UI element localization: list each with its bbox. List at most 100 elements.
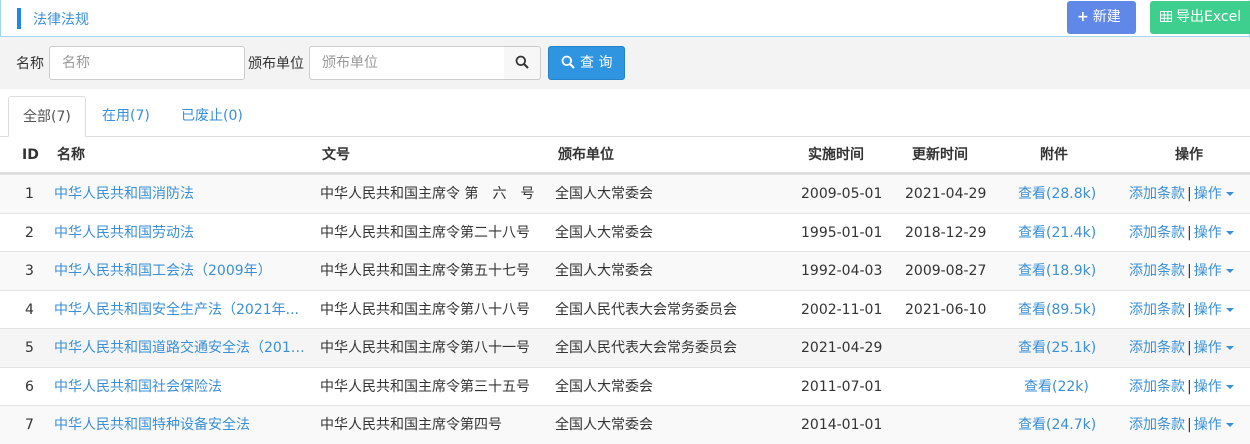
table-icon [1160, 1, 1172, 34]
col-name: 名称 [57, 147, 85, 163]
table-row: 2 中华人民共和国劳动法 中华人民共和国主席令第二十八号 全国人大常委会 1995-01… [0, 212, 1250, 252]
ops-separator: | [1187, 301, 1192, 318]
row-updated: 2009-08-27 [905, 263, 987, 279]
add-clause-link[interactable]: 添加条款 [1129, 225, 1185, 241]
row-id: 3 [25, 263, 34, 279]
law-name-link[interactable]: 中华人民共和国特种设备安全法 [54, 406, 250, 444]
row-doc: 中华人民共和国主席令第二十八号 [320, 224, 530, 241]
row-updated: 2018-12-29 [905, 224, 987, 241]
ops-dropdown[interactable]: 操作 [1194, 225, 1234, 241]
ops-separator: | [1187, 340, 1192, 356]
row-id: 6 [25, 378, 34, 395]
col-doc: 文号 [322, 147, 350, 163]
table-row: 4 中华人民共和国安全生产法（2021年... 中华人民共和国主席令第八十八号 全国人… [0, 289, 1250, 329]
add-clause-link[interactable]: 添加条款 [1129, 302, 1185, 318]
add-clause-link[interactable]: 添加条款 [1129, 417, 1185, 433]
caret-down-icon [1225, 307, 1234, 312]
table-row: 3 中华人民共和国工会法（2009年） 中华人民共和国主席令第五十七号 全国人大常委会… [0, 251, 1250, 290]
row-id: 2 [25, 224, 34, 241]
row-ops: 添加条款 | 操作 [1129, 406, 1234, 444]
ops-dropdown[interactable]: 操作 [1194, 186, 1234, 202]
col-effective: 实施时间 [808, 147, 864, 163]
unit-input[interactable]: 颁布单位 [309, 46, 505, 80]
page-header: 法律法规 + 新建 导出Excel [0, 0, 1250, 37]
row-ops: 添加条款 | 操作 [1129, 252, 1234, 290]
row-doc: 中华人民共和国主席令第八十八号 [320, 301, 530, 318]
law-name-link[interactable]: 中华人民共和国道路交通安全法（2011... [54, 329, 312, 367]
unit-search-button[interactable] [504, 46, 541, 80]
query-button[interactable]: 查 询 [548, 46, 625, 80]
page-title: 法律法规 [33, 12, 89, 28]
ops-separator: | [1187, 417, 1192, 433]
row-unit: 全国人大常委会 [555, 378, 653, 395]
tab-in-use[interactable]: 在用(7) [102, 96, 150, 137]
ops-dropdown[interactable]: 操作 [1194, 302, 1234, 318]
row-unit: 全国人民代表大会常务委员会 [555, 301, 737, 318]
export-excel-button[interactable]: 导出Excel [1150, 1, 1250, 34]
caret-down-icon [1225, 192, 1234, 196]
caret-down-icon [1225, 230, 1234, 235]
row-ops: 添加条款 | 操作 [1129, 214, 1234, 252]
name-input[interactable]: 名称 [49, 46, 245, 80]
row-effective: 2009-05-01 [801, 186, 883, 202]
row-effective: 1995-01-01 [801, 224, 883, 241]
attachment-link[interactable]: 查看(21.4k) [1018, 214, 1096, 252]
row-effective: 2014-01-01 [801, 417, 883, 433]
attachment-link[interactable]: 查看(25.1k) [1018, 329, 1096, 367]
row-id: 1 [25, 186, 34, 202]
table-header: ID 名称 文号 颁布单位 实施时间 更新时间 附件 操作 [0, 137, 1250, 174]
caret-down-icon [1225, 346, 1234, 350]
law-name-link[interactable]: 中华人民共和国工会法（2009年） [54, 252, 272, 290]
add-clause-link[interactable]: 添加条款 [1129, 340, 1185, 356]
law-name-link[interactable]: 中华人民共和国社会保险法 [54, 368, 222, 406]
row-unit: 全国人大常委会 [555, 263, 653, 279]
ops-dropdown[interactable]: 操作 [1194, 340, 1234, 356]
row-effective: 1992-04-03 [801, 263, 883, 279]
attachment-link[interactable]: 查看(28.8k) [1018, 175, 1096, 213]
row-ops: 添加条款 | 操作 [1129, 368, 1234, 406]
add-clause-link[interactable]: 添加条款 [1129, 186, 1185, 202]
row-updated: 2021-04-29 [905, 186, 987, 202]
title-accent-bar [17, 8, 21, 29]
row-doc: 中华人民共和国主席令 第 六 号 [320, 186, 535, 202]
law-name-link[interactable]: 中华人民共和国劳动法 [54, 214, 194, 252]
row-id: 4 [25, 301, 34, 318]
new-button[interactable]: + 新建 [1067, 1, 1136, 34]
ops-dropdown[interactable]: 操作 [1194, 417, 1234, 433]
ops-separator: | [1187, 186, 1192, 202]
row-effective: 2021-04-29 [801, 340, 883, 356]
caret-down-icon [1225, 384, 1234, 389]
row-id: 7 [25, 417, 34, 433]
ops-dropdown[interactable]: 操作 [1194, 263, 1234, 279]
attachment-link[interactable]: 查看(18.9k) [1018, 252, 1096, 290]
ops-separator: | [1187, 378, 1192, 395]
add-clause-link[interactable]: 添加条款 [1129, 379, 1185, 395]
row-ops: 添加条款 | 操作 [1129, 329, 1234, 367]
row-id: 5 [25, 340, 34, 356]
tab-all[interactable]: 全部(7) [8, 96, 86, 137]
table-row: 1 中华人民共和国消防法 中华人民共和国主席令 第 六 号 全国人大常委会 2009-0… [0, 174, 1250, 213]
attachment-link[interactable]: 查看(89.5k) [1018, 291, 1096, 329]
row-doc: 中华人民共和国主席令第八十一号 [320, 340, 530, 356]
attachment-link[interactable]: 查看(22k) [1024, 368, 1089, 406]
law-name-link[interactable]: 中华人民共和国安全生产法（2021年... [54, 291, 299, 329]
attachment-link[interactable]: 查看(24.7k) [1018, 406, 1096, 444]
row-ops: 添加条款 | 操作 [1129, 175, 1234, 213]
row-doc: 中华人民共和国主席令第三十五号 [320, 378, 530, 395]
row-unit: 全国人民代表大会常务委员会 [555, 340, 737, 356]
table-row: 7 中华人民共和国特种设备安全法 中华人民共和国主席令第四号 全国人大常委会 2014-… [0, 405, 1250, 444]
row-unit: 全国人大常委会 [555, 224, 653, 241]
ops-dropdown[interactable]: 操作 [1194, 379, 1234, 395]
col-unit: 颁布单位 [558, 147, 614, 163]
law-name-link[interactable]: 中华人民共和国消防法 [54, 175, 194, 213]
status-tabs: 全部(7) 在用(7) 已废止(0) [0, 96, 1250, 137]
caret-down-icon [1225, 423, 1234, 427]
tab-abolished[interactable]: 已废止(0) [181, 96, 243, 137]
search-bar: 名称 名称 颁布单位 颁布单位 查 询 [0, 37, 1250, 89]
row-ops: 添加条款 | 操作 [1129, 291, 1234, 329]
row-unit: 全国人大常委会 [555, 417, 653, 433]
ops-separator: | [1187, 263, 1192, 279]
add-clause-link[interactable]: 添加条款 [1129, 263, 1185, 279]
name-label: 名称 [16, 56, 44, 72]
row-unit: 全国人大常委会 [555, 186, 653, 202]
